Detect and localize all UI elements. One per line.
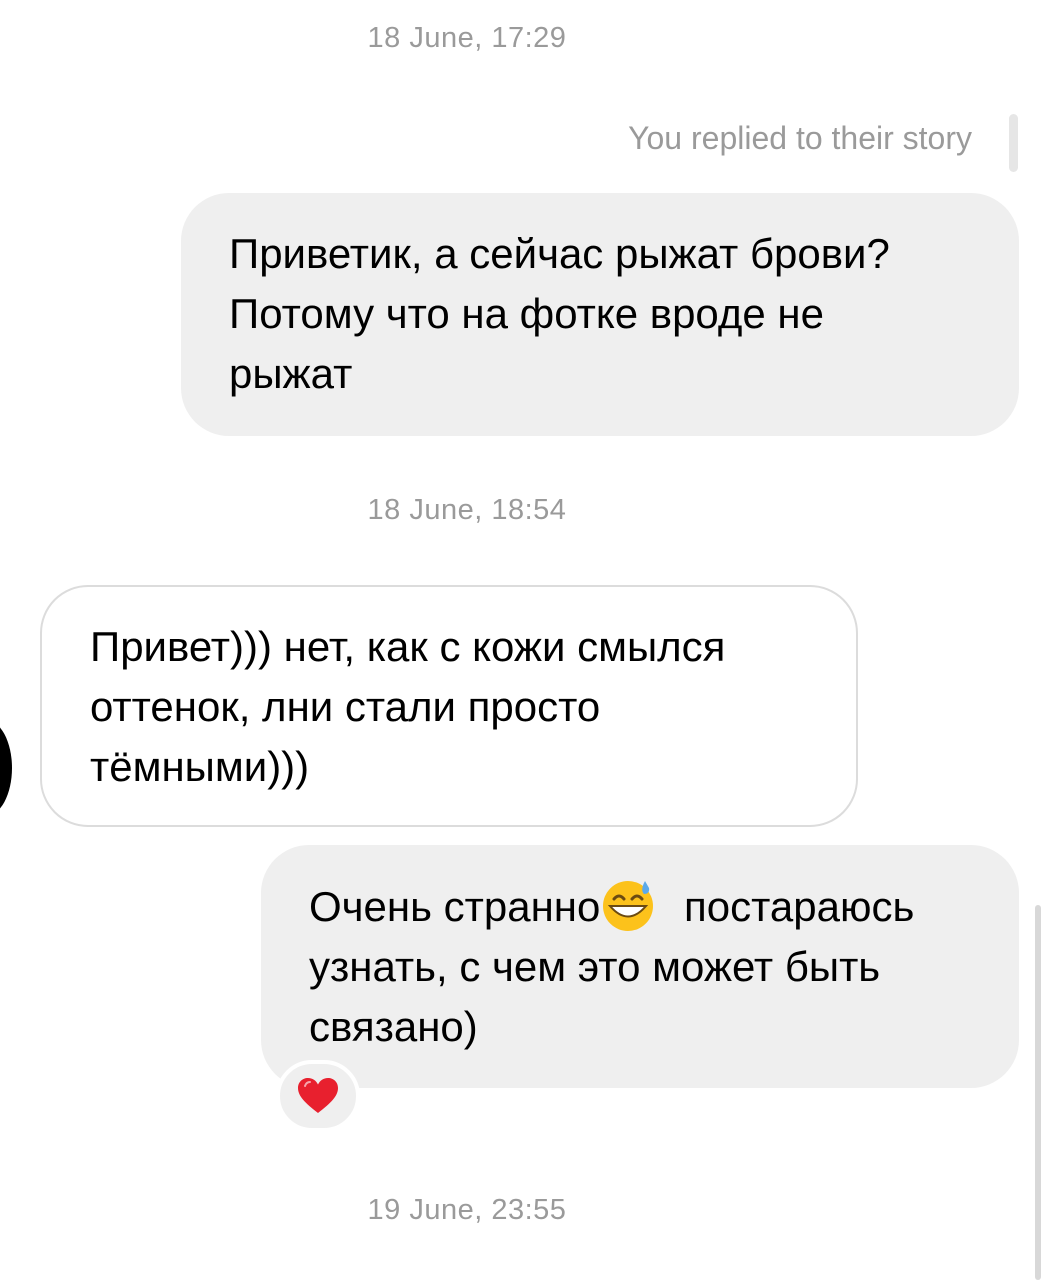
incoming-message[interactable]: Привет))) нет, как с кожи смылся оттенок… xyxy=(40,585,858,827)
red-heart-icon xyxy=(298,1078,338,1113)
timestamp: 18 June, 18:54 xyxy=(367,494,567,526)
reaction-badge[interactable] xyxy=(276,1060,360,1132)
message-text: Очень странно xyxy=(309,883,601,930)
timestamp: 19 June, 23:55 xyxy=(367,1194,567,1226)
story-reply-note: You replied to their story xyxy=(628,120,972,156)
avatar[interactable] xyxy=(0,720,12,816)
outgoing-message[interactable]: Очень странно постараюсь узнать, с чем э… xyxy=(261,845,1019,1088)
scrollbar[interactable] xyxy=(1035,905,1041,1280)
story-reply-indicator xyxy=(1009,114,1018,172)
outgoing-message[interactable]: Приветик, а сейчас рыжат брови? Потому ч… xyxy=(181,193,1019,436)
grinning-face-with-sweat-icon xyxy=(603,881,654,931)
timestamp: 18 June, 17:29 xyxy=(367,22,567,54)
